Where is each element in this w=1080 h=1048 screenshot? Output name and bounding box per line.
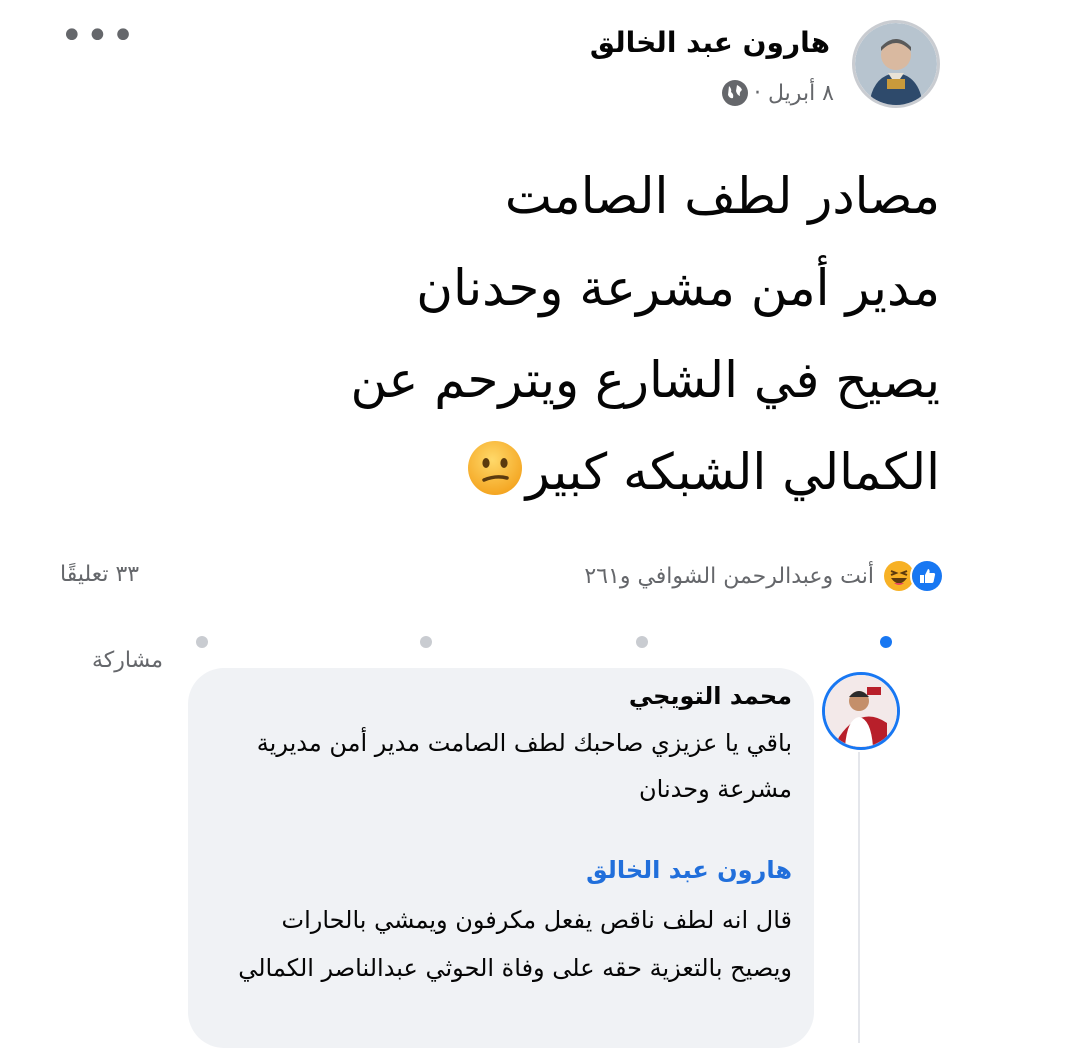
reactions-summary[interactable]: أنت وعبدالرحمن الشوافي و٢٦١ [584, 559, 944, 593]
post-body: مصادر لطف الصامت مدير أمن مشرعة وحدنان ي… [220, 150, 940, 518]
action-bar-fragment [420, 636, 432, 648]
share-button[interactable]: مشاركة [92, 648, 163, 673]
reaction-icons [882, 559, 944, 593]
post-date[interactable]: ٨ أبريل · [754, 81, 834, 106]
post-line-text: الكمالي الشبكه كبير [525, 443, 940, 501]
post-author-name[interactable]: هارون عبد الخالق [590, 26, 830, 59]
comment-text: باقي يا عزيزي صاحبك لطف الصامت مدير أمن … [256, 729, 792, 803]
post-line: مصادر لطف الصامت [504, 167, 940, 225]
post-line-with-emoji: الكمالي الشبكه كبير [220, 426, 940, 518]
commenter-avatar[interactable] [822, 672, 900, 750]
action-bar-fragment [880, 636, 892, 648]
comment-author-name[interactable]: محمد التويجي [629, 682, 792, 710]
action-bar-fragment [636, 636, 648, 648]
comment-thread-line [858, 752, 860, 1043]
comment-text-continued: قال انه لطف ناقص يفعل مكرفون ويمشي بالحا… [238, 906, 792, 982]
globe-icon [722, 80, 749, 106]
more-options-button[interactable]: ••• [60, 16, 137, 56]
post-line: مدير أمن مشرعة وحدنان [416, 259, 940, 317]
comment-mention-link[interactable]: هارون عبد الخالق [586, 856, 792, 884]
confused-emoji [466, 434, 524, 495]
reactions-text[interactable]: أنت وعبدالرحمن الشوافي و٢٦١ [584, 564, 874, 589]
author-avatar[interactable] [852, 20, 940, 108]
action-bar-fragment [196, 636, 208, 648]
like-icon [910, 559, 944, 593]
comments-count[interactable]: ٣٣ تعليقًا [60, 562, 139, 587]
post-meta: ٨ أبريل · [722, 80, 834, 106]
post-line: يصيح في الشارع ويترحم عن [350, 351, 940, 409]
